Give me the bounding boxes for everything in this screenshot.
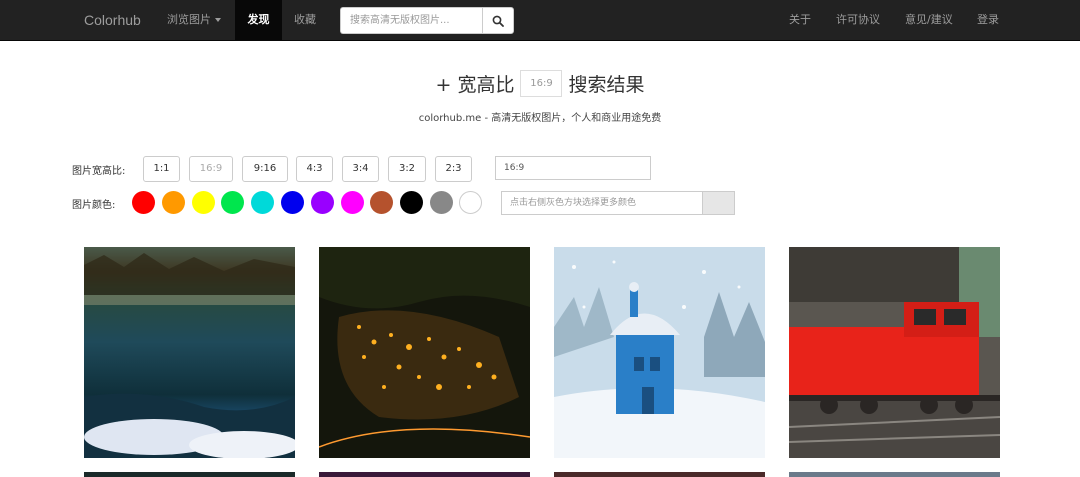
photo-row2-1[interactable] — [84, 472, 295, 477]
ratio-input[interactable]: 16:9 — [495, 156, 651, 180]
ratio-button-4-3[interactable]: 4:3 — [296, 156, 333, 182]
search-button[interactable] — [482, 7, 514, 34]
photo-lake-reflection[interactable] — [84, 247, 295, 458]
color-swatch-brown[interactable] — [370, 191, 393, 214]
nav-favorites[interactable]: 收藏 — [294, 0, 316, 40]
search-input[interactable] — [340, 7, 483, 34]
color-swatch-gray[interactable] — [430, 191, 453, 214]
nav-discover[interactable]: 发现 — [235, 0, 282, 40]
color-picker-button[interactable] — [702, 191, 735, 215]
photo-row2-3[interactable] — [554, 472, 765, 477]
photo-row2-4[interactable] — [789, 472, 1000, 477]
nav-browse-label: 浏览图片 — [167, 13, 211, 26]
color-filter-label: 图片颜色: — [72, 200, 116, 211]
photo-snow-house[interactable] — [554, 247, 765, 458]
title-ratio-badge: 16:9 — [520, 70, 563, 97]
nav-login[interactable]: 登录 — [977, 0, 999, 40]
ratio-button-16-9[interactable]: 16:9 — [189, 156, 233, 182]
photo-red-locomotive[interactable] — [789, 247, 1000, 458]
color-swatch-orange[interactable] — [162, 191, 185, 214]
photo-row2-2[interactable] — [319, 472, 530, 477]
color-swatch-purple[interactable] — [311, 191, 334, 214]
photo-lake-reflection-image — [84, 247, 295, 458]
nav-license[interactable]: 许可协议 — [836, 0, 880, 40]
ratio-button-9-16[interactable]: 9:16 — [242, 156, 288, 182]
nav-about[interactable]: 关于 — [789, 0, 811, 40]
color-swatch-green[interactable] — [221, 191, 244, 214]
page-title: + 宽高比 16:9 搜索结果 — [0, 70, 1080, 97]
photo-snow-house-image — [554, 247, 765, 458]
color-swatch-white[interactable] — [459, 191, 482, 214]
photo-red-locomotive-image — [789, 247, 1000, 458]
nav-browse-dropdown[interactable]: 浏览图片 — [167, 0, 229, 40]
title-suffix: 搜索结果 — [568, 74, 645, 96]
color-swatch-black[interactable] — [400, 191, 423, 214]
color-input[interactable]: 点击右侧灰色方块选择更多颜色 — [501, 191, 703, 215]
color-swatch-cyan[interactable] — [251, 191, 274, 214]
search-icon — [492, 15, 504, 27]
color-swatch-red[interactable] — [132, 191, 155, 214]
brand-logo[interactable]: Colorhub — [84, 0, 141, 40]
color-swatch-blue[interactable] — [281, 191, 304, 214]
photo-night-village[interactable] — [319, 247, 530, 458]
search-form — [340, 7, 514, 34]
ratio-filter-label: 图片宽高比: — [72, 166, 126, 177]
color-swatch-magenta[interactable] — [341, 191, 364, 214]
ratio-button-3-4[interactable]: 3:4 — [342, 156, 379, 182]
top-navbar: Colorhub 浏览图片 发现 收藏 关于 许可协议 意见/建议 登录 — [0, 0, 1080, 41]
caret-down-icon — [215, 18, 221, 22]
ratio-button-1-1[interactable]: 1:1 — [143, 156, 180, 182]
nav-feedback[interactable]: 意见/建议 — [905, 0, 953, 40]
photo-night-village-image — [319, 247, 530, 458]
title-prefix: + 宽高比 — [435, 74, 515, 96]
color-swatch-yellow[interactable] — [192, 191, 215, 214]
page-subtitle: colorhub.me - 高清无版权图片，个人和商业用途免费 — [418, 113, 662, 124]
ratio-button-2-3[interactable]: 2:3 — [435, 156, 472, 182]
ratio-button-3-2[interactable]: 3:2 — [388, 156, 426, 182]
